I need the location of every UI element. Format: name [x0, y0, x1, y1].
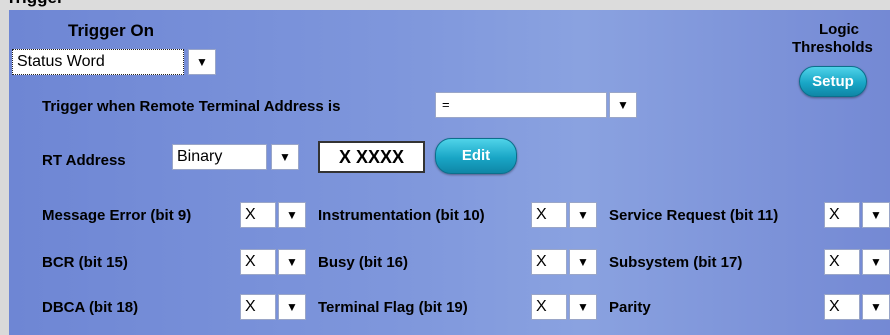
bit-select-parity[interactable]: X ▼ — [824, 294, 890, 320]
trigger-on-heading: Trigger On — [68, 21, 154, 40]
bit-value-busy: X — [531, 249, 567, 275]
chevron-down-icon[interactable]: ▼ — [862, 249, 890, 275]
bit-value-service-request: X — [824, 202, 860, 228]
bit-value-dbca: X — [240, 294, 276, 320]
trigger-on-select[interactable]: Status Word ▼ — [12, 49, 220, 75]
chevron-down-icon[interactable]: ▼ — [862, 294, 890, 320]
logic-thresholds-label-line1: Logic — [819, 21, 859, 38]
bit-select-subsystem[interactable]: X ▼ — [824, 249, 890, 275]
bit-select-terminal-flag[interactable]: X ▼ — [531, 294, 597, 320]
bit-select-instrumentation[interactable]: X ▼ — [531, 202, 597, 228]
chevron-down-icon[interactable]: ▼ — [569, 202, 597, 228]
bit-select-message-error[interactable]: X ▼ — [240, 202, 306, 228]
bit-select-service-request[interactable]: X ▼ — [824, 202, 890, 228]
remote-terminal-operator-value: = — [435, 92, 607, 118]
bit-label-busy: Busy (bit 16) — [318, 254, 409, 271]
chevron-down-icon[interactable]: ▼ — [862, 202, 890, 228]
bit-select-busy[interactable]: X ▼ — [531, 249, 597, 275]
remote-terminal-operator-select[interactable]: = ▼ — [435, 92, 639, 118]
bit-label-bcr: BCR (bit 15) — [42, 254, 128, 271]
bit-label-terminal-flag: Terminal Flag (bit 19) — [318, 299, 468, 316]
logic-thresholds-setup-button[interactable]: Setup — [799, 66, 867, 97]
bit-label-parity: Parity — [609, 299, 651, 316]
trigger-on-value: Status Word — [12, 49, 184, 75]
window-title-bar: Trigger — [0, 0, 890, 10]
bit-label-instrumentation: Instrumentation (bit 10) — [318, 207, 485, 224]
rt-address-label: RT Address — [42, 152, 126, 169]
rt-address-edit-button[interactable]: Edit — [435, 138, 517, 174]
chevron-down-icon[interactable]: ▼ — [278, 249, 306, 275]
chevron-down-icon[interactable]: ▼ — [569, 294, 597, 320]
bit-select-dbca[interactable]: X ▼ — [240, 294, 306, 320]
chevron-down-icon[interactable]: ▼ — [569, 249, 597, 275]
bit-value-terminal-flag: X — [531, 294, 567, 320]
trigger-settings-panel: Trigger On Status Word ▼ Logic Threshold… — [9, 10, 890, 335]
chevron-down-icon[interactable]: ▼ — [188, 49, 216, 75]
chevron-down-icon[interactable]: ▼ — [609, 92, 637, 118]
bit-label-message-error: Message Error (bit 9) — [42, 207, 192, 224]
window-title: Trigger — [6, 0, 64, 8]
bit-label-service-request: Service Request (bit 11) — [609, 207, 779, 224]
bit-label-subsystem: Subsystem (bit 17) — [609, 254, 743, 271]
bit-value-message-error: X — [240, 202, 276, 228]
bit-value-instrumentation: X — [531, 202, 567, 228]
rt-address-format-value: Binary — [172, 144, 267, 170]
logic-thresholds-label-line2: Thresholds — [792, 39, 873, 56]
rt-address-value[interactable]: X XXXX — [318, 141, 425, 173]
bit-select-bcr[interactable]: X ▼ — [240, 249, 306, 275]
bit-label-dbca: DBCA (bit 18) — [42, 299, 139, 316]
bit-value-subsystem: X — [824, 249, 860, 275]
chevron-down-icon[interactable]: ▼ — [278, 202, 306, 228]
bit-value-parity: X — [824, 294, 860, 320]
bit-value-bcr: X — [240, 249, 276, 275]
rt-address-format-select[interactable]: Binary ▼ — [172, 144, 301, 170]
remote-terminal-label: Trigger when Remote Terminal Address is — [42, 98, 341, 115]
chevron-down-icon[interactable]: ▼ — [271, 144, 299, 170]
chevron-down-icon[interactable]: ▼ — [278, 294, 306, 320]
